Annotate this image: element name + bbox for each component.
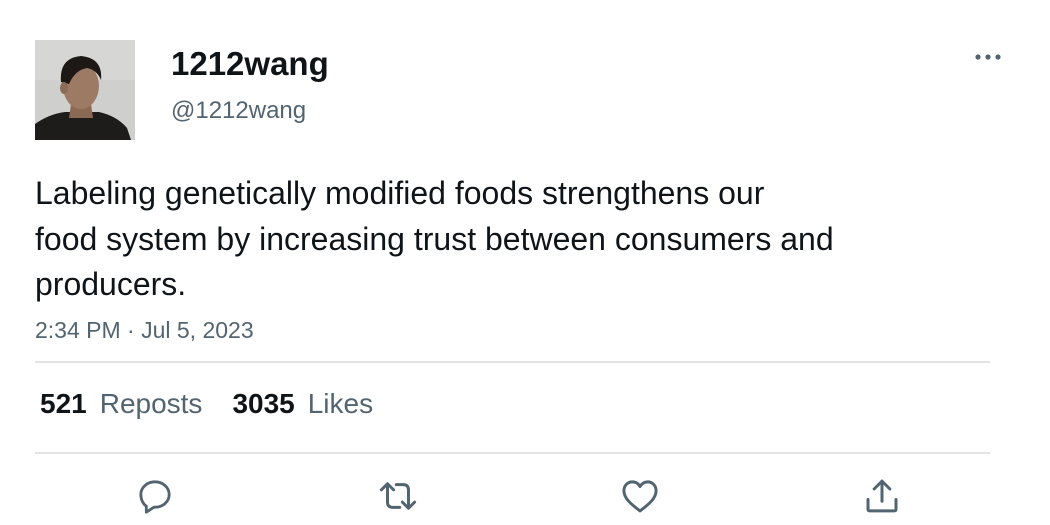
- divider: [35, 361, 990, 363]
- display-name[interactable]: 1212wang: [171, 44, 329, 84]
- share-button[interactable]: [860, 474, 904, 518]
- reply-button[interactable]: [133, 474, 177, 518]
- likes-label: Likes: [307, 388, 374, 419]
- more-options-button[interactable]: [968, 42, 1008, 72]
- avatar[interactable]: [35, 40, 135, 140]
- likes-count: 3035: [232, 388, 295, 419]
- share-icon: [866, 479, 898, 513]
- engagement-stats: 521 Reposts 3035 Likes: [40, 386, 403, 422]
- reposts-label: Reposts: [99, 388, 203, 419]
- avatar-photo: [35, 40, 135, 140]
- repost-icon: [379, 482, 417, 510]
- reposts-stat[interactable]: 521 Reposts: [40, 386, 202, 422]
- tweet-text: Labeling genetically modified foods stre…: [35, 171, 995, 308]
- tweet-timestamp[interactable]: 2:34 PM · Jul 5, 2023: [35, 315, 254, 345]
- divider: [35, 452, 990, 454]
- repost-button[interactable]: [376, 474, 420, 518]
- like-button[interactable]: [618, 474, 662, 518]
- user-handle[interactable]: @1212wang: [171, 96, 306, 126]
- tweet-text-line: Labeling genetically modified foods stre…: [35, 175, 765, 211]
- heart-icon: [622, 480, 658, 513]
- reposts-count: 521: [40, 388, 87, 419]
- reply-icon: [139, 480, 171, 514]
- tweet-text-line: producers.: [35, 266, 187, 302]
- more-dots-icon: [975, 54, 1001, 60]
- tweet-text-line: food system by increasing trust between …: [35, 220, 834, 257]
- likes-stat[interactable]: 3035 Likes: [232, 386, 373, 422]
